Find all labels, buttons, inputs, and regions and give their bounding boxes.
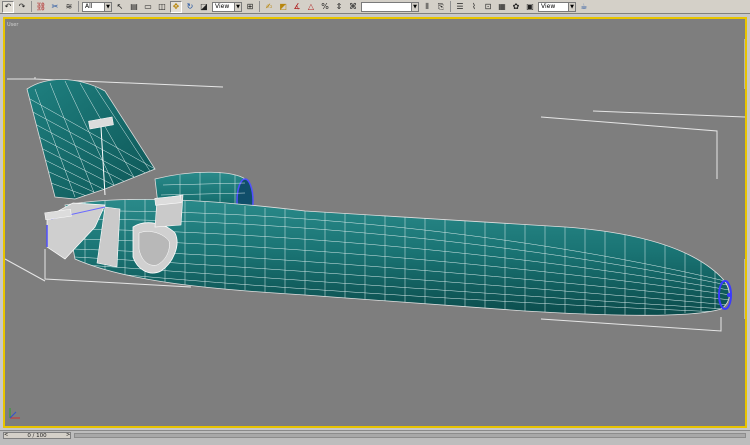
time-slider[interactable]: 0 / 100 (3, 432, 71, 439)
curve-editor-icon[interactable]: ⌇ (468, 1, 480, 13)
axis-tripod-icon (9, 408, 20, 419)
snap-toggle-icon[interactable]: ◩ (277, 1, 289, 13)
render-frame-window-icon[interactable]: ▣ (524, 1, 536, 13)
align-icon[interactable]: ⎘ (435, 1, 447, 13)
track-bar[interactable] (74, 433, 746, 438)
select-rotate-icon[interactable]: ↻ (184, 1, 196, 13)
render-type-dropdown[interactable]: View ▼ (538, 1, 576, 12)
toolbar-separator (450, 1, 451, 12)
render-type-value: View (541, 3, 556, 10)
material-editor-icon[interactable]: ▦ (496, 1, 508, 13)
bind-spacewarp-icon[interactable]: ≋ (63, 1, 75, 13)
select-manipulate-icon[interactable]: ✍ (263, 1, 275, 13)
prev-frame-button[interactable]: < (4, 432, 8, 439)
named-selection-dropdown[interactable]: ▼ (361, 1, 419, 12)
selection-filter-dropdown[interactable]: All ▼ (82, 1, 112, 12)
frame-readout: 0 / 100 (27, 432, 47, 439)
airplane-wireframe-scene (5, 39, 745, 332)
toolbar-separator (259, 1, 260, 12)
reference-coordinate-dropdown[interactable]: View ▼ (212, 1, 242, 12)
percent-snap-icon[interactable]: △ (305, 1, 317, 13)
angle-snap-icon[interactable]: ∡ (291, 1, 303, 13)
spinner-snap-toggle-icon[interactable]: ⇕ (333, 1, 345, 13)
toolbar-separator (31, 1, 32, 12)
tail-fin (26, 79, 156, 200)
perspective-viewport[interactable]: User (3, 17, 747, 428)
time-slider-bar: 0 / 100 < > (0, 430, 750, 445)
unlink-icon[interactable]: ✂ (49, 1, 61, 13)
select-by-name-icon[interactable]: ▤ (128, 1, 140, 13)
pivot-icon[interactable]: ⊞ (244, 1, 256, 13)
select-object-icon[interactable]: ↖ (114, 1, 126, 13)
chevron-down-icon: ▼ (234, 2, 241, 11)
mirror-icon[interactable]: ⫴ (421, 1, 433, 13)
window-crossing-icon[interactable]: ◫ (156, 1, 168, 13)
select-move-icon[interactable]: ✥ (170, 0, 182, 13)
select-and-link-icon[interactable]: ⛓ (35, 1, 47, 13)
rect-selection-icon[interactable]: ▭ (142, 1, 154, 13)
reference-coordinate-value: View (215, 3, 230, 10)
chevron-down-icon: ▼ (568, 2, 575, 11)
toolbar-separator (78, 1, 79, 12)
select-scale-icon[interactable]: ◪ (198, 1, 210, 13)
chevron-down-icon: ▼ (411, 2, 418, 11)
layer-manager-icon[interactable]: ☰ (454, 1, 466, 13)
selection-filter-value: All (85, 3, 93, 10)
quick-render-icon[interactable]: ☕ (578, 1, 590, 13)
edit-named-sets-icon[interactable]: ⌘ (347, 1, 359, 13)
undo-icon[interactable]: ↶ (2, 0, 14, 13)
main-toolbar: ↶ ↷ ⛓ ✂ ≋ All ▼ ↖ ▤ ▭ ◫ ✥ ↻ ◪ View ▼ ⊞ ✍… (0, 0, 750, 14)
chevron-down-icon: ▼ (104, 2, 111, 11)
redo-icon[interactable]: ↷ (16, 1, 28, 13)
render-setup-icon[interactable]: ✿ (510, 1, 522, 13)
schematic-view-icon[interactable]: ⊡ (482, 1, 494, 13)
spinner-snap-icon[interactable]: % (319, 1, 331, 13)
next-frame-button[interactable]: > (66, 432, 70, 439)
